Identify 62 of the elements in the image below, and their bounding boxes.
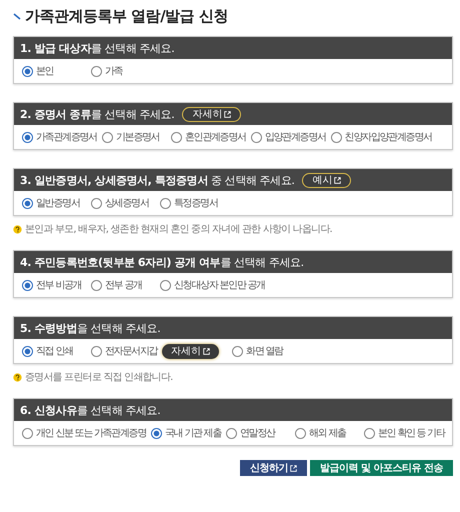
radio-button[interactable]: [102, 132, 113, 142]
radio-option[interactable]: 본인 확인 등 기타: [364, 426, 445, 440]
radio-option[interactable]: 혼인관계증명서: [170, 130, 246, 144]
radio-button[interactable]: [22, 428, 33, 438]
radio-button[interactable]: [151, 428, 162, 438]
radio-option[interactable]: 입양관계증명서: [250, 130, 326, 144]
details-button[interactable]: 자세히: [162, 344, 220, 358]
radio-button[interactable]: [22, 66, 33, 76]
radio-option[interactable]: 연말정산: [226, 426, 290, 440]
radio-button[interactable]: [22, 198, 33, 208]
radio-button[interactable]: [160, 198, 171, 208]
section-heading: 2. 증명서 종류를 선택해 주세요.: [20, 106, 174, 122]
radio-button[interactable]: [295, 428, 306, 438]
section-heading: 5. 수령방법을 선택해 주세요.: [20, 320, 160, 336]
radio-button[interactable]: [22, 132, 33, 142]
radio-option[interactable]: 신청대상자 본인만 공개: [160, 278, 265, 292]
external-link-icon: [203, 348, 210, 354]
radio-option[interactable]: 가족: [91, 64, 155, 78]
radio-option[interactable]: 친양자입양관계증명서: [330, 130, 432, 144]
details-button[interactable]: 예시: [302, 172, 352, 188]
radio-button[interactable]: [232, 346, 244, 356]
radio-option[interactable]: 본인: [22, 64, 86, 78]
radio-option[interactable]: 가족관계증명서: [22, 130, 97, 144]
radio-button[interactable]: [330, 132, 342, 142]
radio-option[interactable]: 일반증명서: [22, 196, 86, 210]
section-heading: 3. 일반증명서, 상세증명서, 특정증명서 중 선택해 주세요.: [20, 172, 294, 188]
radio-option[interactable]: 개인 신분 또는 가족관계증명: [22, 426, 146, 440]
radio-option[interactable]: 전부 공개: [91, 278, 155, 292]
radio-button[interactable]: [160, 280, 171, 290]
radio-option[interactable]: 특정증명서: [160, 196, 224, 210]
radio-button[interactable]: [22, 346, 33, 356]
apply-button[interactable]: 신청하기: [240, 460, 308, 476]
radio-button[interactable]: [91, 346, 102, 356]
external-link-icon: [224, 110, 232, 118]
title-mark-icon: [13, 12, 21, 20]
radio-option[interactable]: 국내 기관 제출: [151, 426, 222, 440]
help-icon: [13, 372, 22, 382]
details-button[interactable]: 자세히: [182, 106, 242, 122]
radio-option[interactable]: 전자문서지갑: [91, 344, 158, 358]
radio-option[interactable]: 직접 인쇄: [22, 344, 86, 358]
radio-option[interactable]: 화면 열람: [232, 344, 296, 358]
help-text: 증명서를 프린터로 직접 인쇄합니다.: [25, 371, 173, 384]
radio-option[interactable]: 기본증명서: [102, 130, 166, 144]
radio-button[interactable]: [22, 280, 33, 290]
radio-option[interactable]: 상세증명서: [91, 196, 155, 210]
radio-option[interactable]: 해외 제출: [295, 426, 360, 440]
help-text: 본인과 부모, 배우자, 생존한 현재의 혼인 중의 자녀에 관한 사항이 나옵니다.: [25, 223, 332, 236]
radio-button[interactable]: [91, 66, 102, 76]
radio-button[interactable]: [170, 132, 182, 142]
radio-button[interactable]: [364, 428, 376, 438]
external-link-icon: [334, 176, 342, 184]
radio-button[interactable]: [226, 428, 238, 438]
radio-button[interactable]: [250, 132, 262, 142]
radio-option[interactable]: 전부 비공개: [22, 278, 86, 292]
help-icon: [13, 224, 22, 234]
section-heading: 1. 발급 대상자를 선택해 주세요.: [20, 40, 174, 56]
radio-button[interactable]: [91, 198, 102, 208]
history-button[interactable]: 발급이력 및 아포스티유 전송: [310, 460, 453, 476]
section-heading: 4. 주민등록번호(뒷부분 6자리) 공개 여부를 선택해 주세요.: [20, 254, 304, 270]
page-title: 가족관계등록부 열람/발급 신청: [25, 6, 228, 26]
section-heading: 6. 신청사유를 선택해 주세요.: [20, 402, 160, 418]
radio-button[interactable]: [91, 280, 102, 290]
